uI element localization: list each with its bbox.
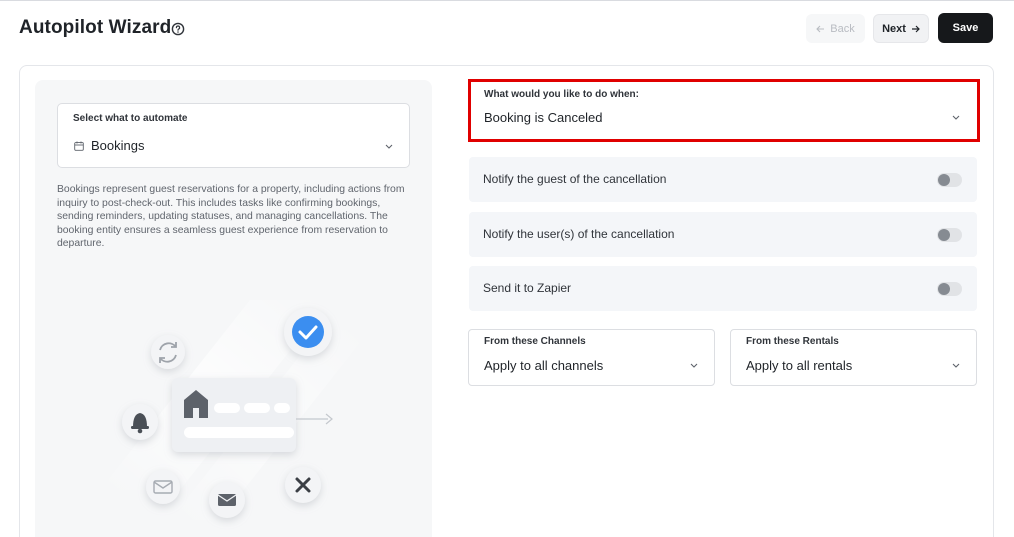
notify-guest-toggle[interactable]	[937, 173, 962, 187]
save-button[interactable]: Save	[938, 13, 993, 43]
chevron-down-icon	[952, 363, 960, 368]
trigger-select-label: What would you like to do when:	[484, 89, 639, 100]
rentals-select-label: From these Rentals	[746, 336, 839, 347]
channels-select-label: From these Channels	[484, 336, 586, 347]
next-button-label: Next	[882, 22, 906, 35]
arrow-right-icon	[911, 25, 920, 32]
chevron-down-icon	[385, 144, 393, 149]
trigger-select[interactable]: What would you like to do when: Booking …	[468, 79, 980, 142]
chevron-down-icon	[952, 115, 960, 120]
channels-select-value: Apply to all channels	[484, 358, 604, 373]
mail-icon	[209, 482, 245, 518]
next-button[interactable]: Next	[873, 14, 929, 43]
help-icon[interactable]	[171, 22, 185, 36]
toggle-knob	[938, 174, 950, 186]
channels-select[interactable]: From these Channels Apply to all channel…	[468, 329, 715, 386]
page-header: Autopilot Wizard Back Next Save	[0, 0, 1014, 58]
toggle-knob	[938, 229, 950, 241]
mail-outline-icon	[146, 470, 180, 504]
notify-users-toggle[interactable]	[937, 228, 962, 242]
close-icon	[285, 467, 321, 503]
automation-illustration	[100, 300, 370, 520]
send-zapier-toggle[interactable]	[937, 282, 962, 296]
option-notify-users: Notify the user(s) of the cancellation	[469, 212, 977, 257]
automate-select[interactable]: Select what to automate Bookings	[57, 103, 410, 168]
option-send-zapier: Send it to Zapier	[469, 266, 977, 311]
toggle-knob	[938, 283, 950, 295]
checkmark-icon	[284, 308, 332, 356]
option-notify-guest: Notify the guest of the cancellation	[469, 157, 977, 202]
automate-select-value: Bookings	[91, 138, 145, 153]
chevron-down-icon	[690, 363, 698, 368]
option-label: Send it to Zapier	[483, 281, 572, 295]
rentals-select[interactable]: From these Rentals Apply to all rentals	[730, 329, 977, 386]
entity-description: Bookings represent guest reservations fo…	[57, 184, 405, 249]
bell-icon	[122, 404, 158, 440]
refresh-icon	[151, 335, 185, 369]
option-label: Notify the guest of the cancellation	[483, 172, 667, 186]
back-button-label: Back	[830, 22, 855, 35]
trigger-select-value: Booking is Canceled	[484, 110, 603, 125]
calendar-icon	[74, 141, 84, 151]
rentals-select-value: Apply to all rentals	[746, 358, 853, 373]
arrow-left-icon	[816, 25, 825, 32]
option-label: Notify the user(s) of the cancellation	[483, 227, 675, 241]
automate-select-label: Select what to automate	[73, 113, 188, 124]
back-button[interactable]: Back	[806, 14, 865, 43]
page-title: Autopilot Wizard	[19, 17, 172, 38]
